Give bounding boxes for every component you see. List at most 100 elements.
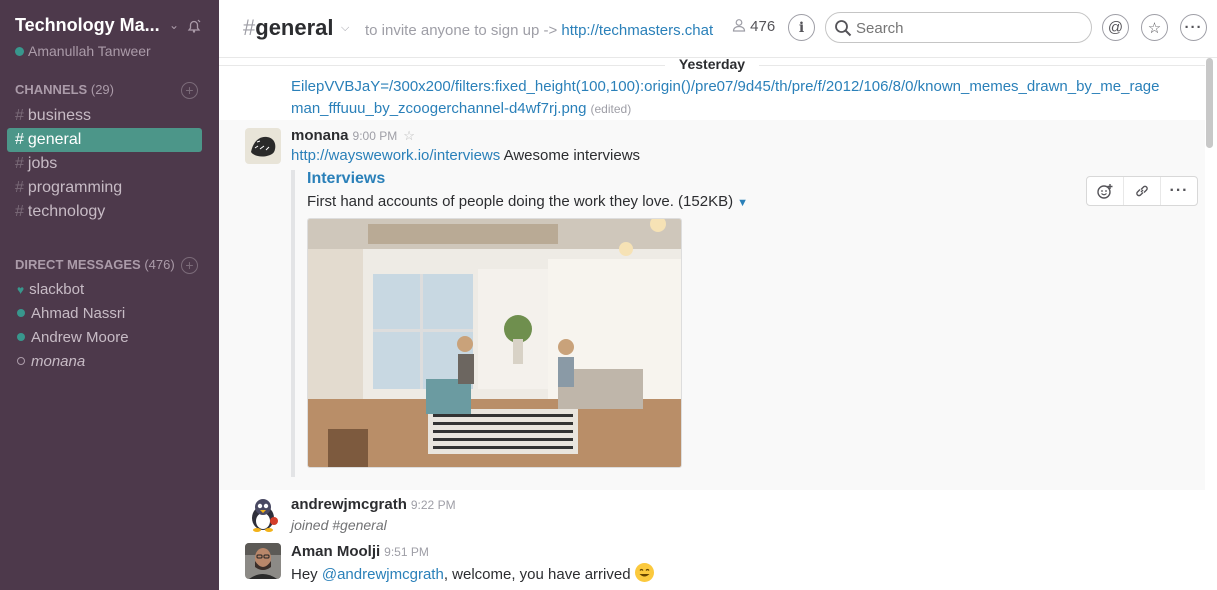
day-divider: Yesterday	[219, 58, 1205, 76]
member-count-value: 476	[750, 18, 776, 35]
sidebar-item-programming[interactable]: # programming	[7, 176, 202, 200]
sidebar-item-label: jobs	[27, 155, 58, 172]
search-icon	[835, 20, 852, 37]
channel-topic: to invite anyone to sign up -> http://te…	[365, 22, 713, 39]
chevron-down-icon[interactable]: ⌄	[169, 18, 179, 32]
member-count[interactable]: 476	[732, 18, 775, 35]
message-text: Awesome interviews	[503, 147, 641, 164]
presence-away-icon	[17, 357, 25, 365]
dm-item-label: Ahmad Nassri	[31, 305, 126, 322]
dm-item-label: slackbot	[29, 281, 85, 298]
current-user[interactable]: Amanullah Tanweer	[15, 43, 151, 59]
file-link[interactable]: EilepVVBJaY=/300x200/filters:fixed_heigh…	[291, 78, 1159, 95]
dm-item-label: monana	[31, 353, 86, 370]
more-icon[interactable]: ···	[1180, 14, 1207, 41]
current-user-label: Amanullah Tanweer	[28, 43, 151, 59]
person-icon	[732, 19, 746, 32]
sidebar-item-technology[interactable]: # technology	[7, 200, 202, 224]
topic-link[interactable]: http://techmasters.chat	[561, 22, 713, 39]
sidebar-item-label: programming	[27, 179, 123, 196]
message-monana[interactable]: monana 9:00 PM ☆ http://wayswework.io/inte…	[219, 120, 1205, 490]
sidebar: Technology Ma... ⌄ Amanullah Tanweer CHA…	[0, 0, 219, 590]
message-author[interactable]: Aman Moolji 9:51 PM	[291, 543, 429, 560]
at-icon[interactable]: @	[1102, 14, 1129, 41]
link-attachment: Interviews First hand accounts of people…	[291, 170, 748, 477]
dm-item-andrew[interactable]: Andrew Moore	[17, 326, 129, 350]
message-continuation: EilepVVBJaY=/300x200/filters:fixed_heigh…	[291, 76, 1191, 120]
author-name: monana	[291, 127, 349, 144]
dm-item-slackbot[interactable]: ♥ slackbot	[17, 278, 84, 302]
join-message: joined #general	[291, 517, 387, 533]
message-body: Hey @andrewjmcgrath, welcome, you have a…	[291, 563, 654, 583]
dm-item-monana[interactable]: monana	[17, 350, 85, 374]
dm-count: (476)	[144, 257, 175, 272]
more-actions-icon[interactable]: ···	[1161, 177, 1197, 205]
avatar[interactable]	[245, 128, 281, 164]
message-time[interactable]: 9:22 PM	[411, 498, 456, 512]
channel-hash: #	[243, 15, 256, 40]
add-dm-icon[interactable]: +	[181, 257, 198, 274]
team-name[interactable]: Technology Ma...	[15, 15, 160, 36]
message-time[interactable]: 9:51 PM	[384, 545, 429, 559]
smile-emoji-icon	[634, 563, 654, 582]
channel-title[interactable]: #general	[243, 15, 334, 41]
day-divider-label: Yesterday	[664, 58, 760, 72]
link-icon[interactable]	[1124, 177, 1161, 205]
message-time[interactable]: 9:00 PM	[353, 129, 398, 143]
message-prefix: Hey	[291, 566, 318, 583]
dm-item-label: Andrew Moore	[31, 329, 129, 346]
caret-down-icon[interactable]: ▼	[737, 197, 748, 209]
user-mention[interactable]: @andrewjmcgrath	[322, 566, 444, 583]
sidebar-item-business[interactable]: # business	[7, 104, 202, 128]
dm-item-ahmad[interactable]: Ahmad Nassri	[17, 302, 125, 326]
message-actions: ···	[1086, 176, 1198, 206]
dm-header-label: DIRECT MESSAGES	[15, 257, 141, 272]
presence-icon	[15, 47, 24, 56]
message-body: http://wayswework.io/interviews Awesome …	[291, 147, 640, 164]
sidebar-item-label: technology	[27, 203, 106, 220]
chevron-down-icon[interactable]: ⌵	[341, 22, 349, 35]
author-name: andrewjmcgrath	[291, 496, 407, 513]
channel-name: general	[255, 15, 334, 40]
attachment-title[interactable]: Interviews	[307, 170, 385, 188]
avatar[interactable]	[245, 543, 281, 579]
attachment-image[interactable]	[307, 218, 682, 468]
file-link-tail[interactable]: man_fffuuu_by_zcoogerchannel-d4wf7rj.png	[291, 100, 587, 117]
message-pane: Yesterday EilepVVBJaY=/300x200/filters:f…	[219, 58, 1205, 590]
author-name: Aman Moolji	[291, 543, 381, 560]
hash-icon: #	[15, 131, 24, 148]
add-reaction-icon[interactable]	[1087, 177, 1124, 205]
dm-header[interactable]: DIRECT MESSAGES (476)	[15, 257, 175, 272]
bell-icon[interactable]	[186, 18, 202, 39]
channels-header-label: CHANNELS	[15, 82, 88, 97]
star-icon[interactable]: ☆	[403, 128, 415, 143]
search-input[interactable]	[856, 18, 1076, 38]
info-icon[interactable]: i	[788, 14, 815, 41]
edited-label: (edited)	[590, 102, 632, 116]
channels-header[interactable]: CHANNELS (29)	[15, 82, 114, 97]
hash-icon: #	[15, 155, 24, 172]
search-box[interactable]	[825, 12, 1092, 43]
presence-icon	[17, 333, 25, 341]
message-author[interactable]: monana 9:00 PM ☆	[291, 127, 415, 144]
sidebar-item-label: business	[27, 107, 92, 124]
message-link[interactable]: http://wayswework.io/interviews	[291, 147, 500, 164]
sidebar-item-jobs[interactable]: # jobs	[7, 152, 202, 176]
message-author[interactable]: andrewjmcgrath 9:22 PM	[291, 496, 456, 513]
avatar[interactable]	[245, 496, 281, 532]
channels-count: (29)	[90, 82, 114, 97]
topic-text: to invite anyone to sign up ->	[365, 22, 558, 39]
slack-app: Technology Ma... ⌄ Amanullah Tanweer CHA…	[0, 0, 1217, 590]
attachment-desc: First hand accounts of people doing the …	[307, 193, 748, 210]
sidebar-item-general[interactable]: # general	[7, 128, 202, 152]
heart-icon: ♥	[17, 283, 25, 297]
attachment-desc-text: First hand accounts of people doing the …	[307, 193, 734, 210]
scrollbar[interactable]	[1206, 58, 1213, 148]
presence-icon	[17, 309, 25, 317]
hash-icon: #	[15, 179, 24, 196]
add-channel-icon[interactable]: +	[181, 82, 198, 99]
hash-icon: #	[15, 107, 24, 124]
channel-header: #general ⌵ to invite anyone to sign up -…	[219, 0, 1217, 58]
hash-icon: #	[15, 203, 24, 220]
star-icon[interactable]: ☆	[1141, 14, 1168, 41]
